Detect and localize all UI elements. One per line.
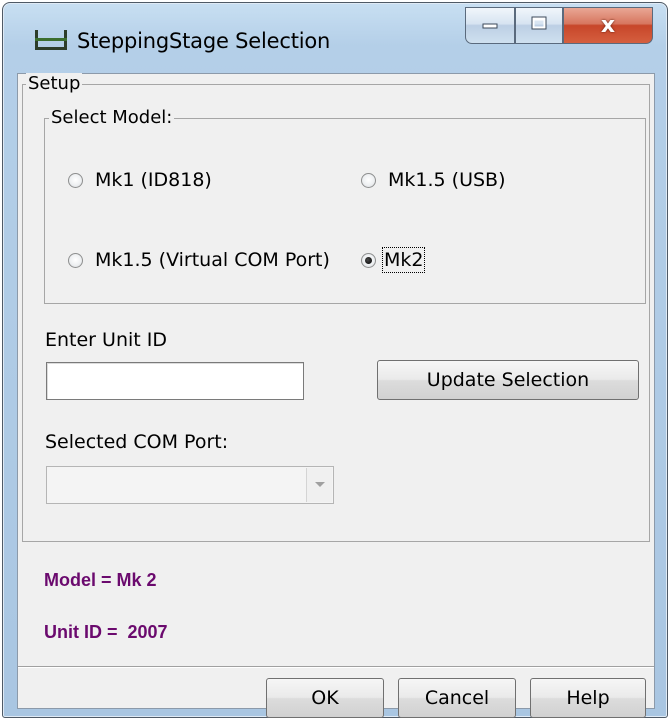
com-port-dropdown[interactable] <box>46 466 334 504</box>
com-port-label: Selected COM Port: <box>45 431 229 453</box>
chevron-down-icon <box>314 476 326 494</box>
setup-legend: Setup <box>26 73 83 94</box>
maximize-icon <box>529 14 549 37</box>
help-button[interactable]: Help <box>530 678 646 718</box>
minimize-icon <box>480 16 500 35</box>
unit-id-input[interactable] <box>46 362 304 400</box>
dialog-client-area: Setup Select Model: Mk1 (ID818) Mk1.5 (U… <box>17 73 655 718</box>
radio-label: Mk1.5 (USB) <box>388 169 506 191</box>
button-bar-separator <box>18 666 654 668</box>
ok-button[interactable]: OK <box>266 678 384 718</box>
dialog-window: SteppingStage Selection x Setup Select M… <box>2 2 668 718</box>
select-model-legend: Select Model: <box>49 107 175 128</box>
dropdown-arrow-button[interactable] <box>306 468 332 502</box>
radio-button-icon <box>68 172 83 188</box>
radio-label: Mk1 (ID818) <box>95 169 212 191</box>
radio-label: Mk1.5 (Virtual COM Port) <box>95 249 330 271</box>
radio-mk1-id818[interactable]: Mk1 (ID818) <box>68 169 212 191</box>
radio-label: Mk2 <box>381 247 426 273</box>
radio-button-icon <box>68 252 83 268</box>
update-selection-button[interactable]: Update Selection <box>377 360 639 400</box>
unit-id-label: Enter Unit ID <box>45 329 167 351</box>
cancel-button[interactable]: Cancel <box>398 678 516 718</box>
unit-id-status-text: Unit ID = 2007 <box>44 622 168 642</box>
stepping-stage-icon <box>33 27 69 53</box>
model-status-text: Model = Mk 2 <box>44 570 157 590</box>
minimize-button[interactable] <box>465 7 515 44</box>
close-icon: x <box>600 13 616 38</box>
maximize-button[interactable] <box>515 7 563 44</box>
radio-mk15-usb[interactable]: Mk1.5 (USB) <box>361 169 505 191</box>
radio-mk15-virtual-com[interactable]: Mk1.5 (Virtual COM Port) <box>68 249 330 271</box>
radio-button-icon <box>361 172 376 188</box>
close-button[interactable]: x <box>563 7 653 44</box>
radio-button-selected-icon <box>361 252 376 268</box>
select-model-groupbox <box>44 118 646 304</box>
window-title: SteppingStage Selection <box>77 29 331 53</box>
title-bar[interactable]: SteppingStage Selection x <box>3 3 667 73</box>
radio-mk2[interactable]: Mk2 <box>361 247 426 273</box>
